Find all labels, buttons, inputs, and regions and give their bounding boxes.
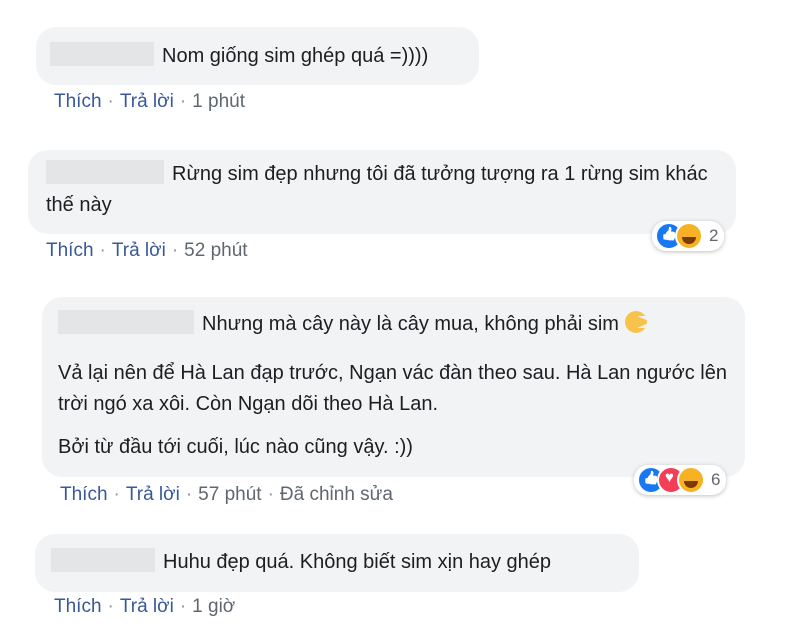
pacman-emoji-icon xyxy=(624,311,647,333)
like-link[interactable]: Thích xyxy=(54,596,102,617)
comment-actions-4: Thích · Trả lời · 1 giờ xyxy=(54,596,236,617)
comment-bubble-3: Nhưng mà cây này là cây mua, không phải … xyxy=(42,297,745,477)
reply-link[interactable]: Trả lời xyxy=(120,91,174,112)
haha-icon xyxy=(675,222,703,250)
timestamp[interactable]: 1 phút xyxy=(192,91,245,112)
redacted-author-name[interactable] xyxy=(50,42,154,66)
reaction-count: 6 xyxy=(711,470,721,489)
redacted-author-name[interactable] xyxy=(46,160,164,184)
comment-bubble-1: Nom giống sim ghép quá =)))) xyxy=(36,27,479,85)
comment-bubble-2: Rừng sim đẹp nhưng tôi đã tưởng tượng ra… xyxy=(28,150,736,234)
like-link[interactable]: Thích xyxy=(54,91,102,112)
comment-actions-2: Thích · Trả lời · 52 phút xyxy=(46,240,248,261)
reaction-summary[interactable]: 2 xyxy=(652,221,725,251)
reply-link[interactable]: Trả lời xyxy=(126,484,180,505)
comment-paragraph: Bởi từ đầu tới cuối, lúc nào cũng vậy. :… xyxy=(58,436,413,458)
timestamp[interactable]: 1 giờ xyxy=(192,596,235,617)
reply-link[interactable]: Trả lời xyxy=(112,240,166,261)
timestamp[interactable]: 52 phút xyxy=(184,240,247,261)
redacted-author-name[interactable] xyxy=(51,548,155,572)
comment-line-1: Nhưng mà cây này là cây mua, không phải … xyxy=(58,309,727,349)
like-link[interactable]: Thích xyxy=(46,240,94,261)
haha-icon xyxy=(677,466,705,494)
redacted-author-name[interactable] xyxy=(58,310,194,334)
comment-text: Nom giống sim ghép quá =)))) xyxy=(162,45,429,67)
edited-label[interactable]: Đã chỉnh sửa xyxy=(280,484,393,505)
like-link[interactable]: Thích xyxy=(60,484,108,505)
comment-actions-1: Thích · Trả lời · 1 phút xyxy=(54,91,245,112)
reaction-count: 2 xyxy=(709,226,719,245)
reply-link[interactable]: Trả lời xyxy=(120,596,174,617)
comment-bubble-4: Huhu đẹp quá. Không biết sim xịn hay ghé… xyxy=(35,534,639,592)
comment-actions-3: Thích · Trả lời · 57 phút · Đã chỉnh sửa xyxy=(60,484,393,505)
comment-paragraph: Vả lại nên để Hà Lan đạp trước, Ngạn vác… xyxy=(58,362,727,415)
reaction-summary[interactable]: 6 xyxy=(634,465,727,495)
timestamp[interactable]: 57 phút xyxy=(198,484,261,505)
comment-text: Huhu đẹp quá. Không biết sim xịn hay ghé… xyxy=(163,551,552,573)
